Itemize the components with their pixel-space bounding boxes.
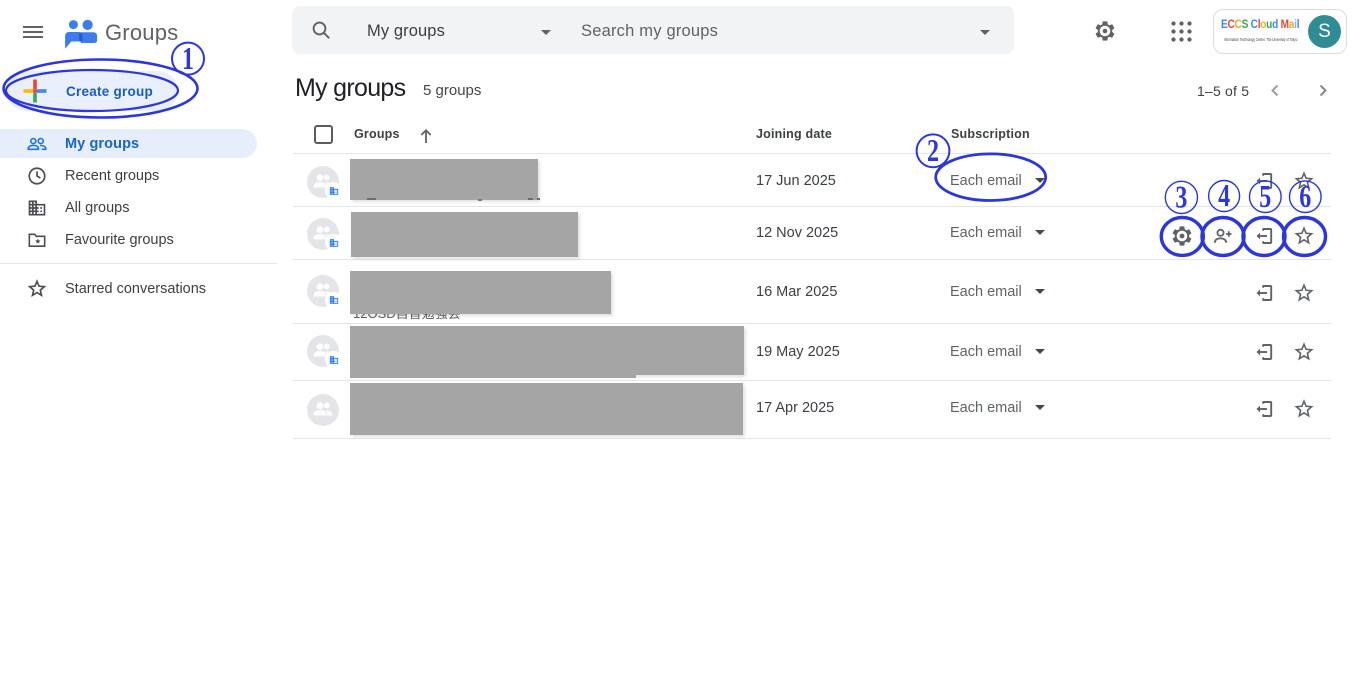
svg-text:2: 2 [927,134,939,169]
svg-text:1: 1 [182,42,194,77]
svg-text:3: 3 [1175,180,1187,215]
svg-text:4: 4 [1218,179,1230,214]
